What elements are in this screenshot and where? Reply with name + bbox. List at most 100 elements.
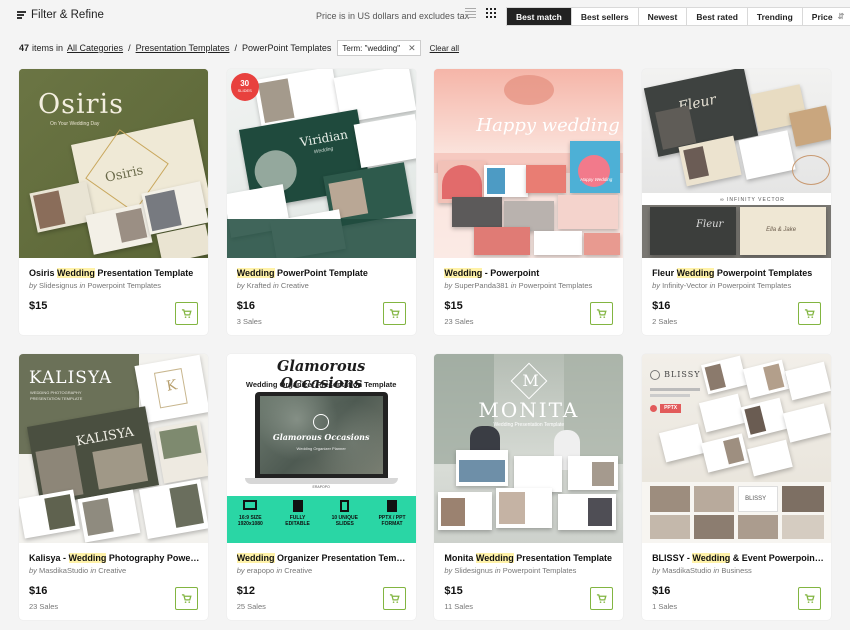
results-count: 47 bbox=[19, 43, 30, 53]
breadcrumb-separator: / bbox=[234, 43, 237, 53]
clear-all-link[interactable]: Clear all bbox=[430, 44, 459, 53]
product-thumbnail[interactable]: Fleur ∞ INFINITY VECTOR Fleur Ella & Jak… bbox=[642, 69, 832, 258]
product-thumbnail[interactable]: Happy wedding Happy Wedding bbox=[434, 69, 624, 258]
cart-icon bbox=[597, 594, 608, 603]
product-author: by Slidesignus in Powerpoint Templates bbox=[444, 566, 577, 575]
infinity-icon: ∞ bbox=[720, 197, 728, 203]
add-to-cart-button[interactable] bbox=[175, 302, 198, 325]
filter-refine-button[interactable]: Filter & Refine bbox=[17, 9, 104, 21]
fleur-brand: ∞ INFINITY VECTOR bbox=[720, 197, 785, 203]
product-title[interactable]: Kalisya - Wedding Photography Powerp… bbox=[29, 553, 201, 563]
document-icon bbox=[340, 500, 350, 512]
edit-icon bbox=[292, 500, 303, 512]
add-to-cart-button[interactable] bbox=[590, 587, 614, 610]
product-sales: 2 Sales bbox=[652, 317, 678, 326]
sort-best-sellers[interactable]: Best sellers bbox=[570, 8, 638, 25]
thumb-subtitle: Wedding Presentation Template bbox=[493, 422, 565, 428]
filter-icon bbox=[17, 11, 26, 19]
slide-count-badge: 30 SLIDES bbox=[230, 73, 259, 101]
product-thumbnail[interactable]: Osiris On Your Wedding Day Osiris bbox=[19, 69, 208, 258]
product-price: $16 bbox=[29, 585, 48, 597]
pptx-badge: PPTX bbox=[660, 404, 682, 413]
product-price: $16 bbox=[652, 300, 671, 312]
thumb-card-text: Happy Wedding bbox=[580, 177, 613, 182]
product-title[interactable]: BLISSY - Wedding & Event Powerpoint T… bbox=[652, 553, 824, 563]
breadcrumb-separator: / bbox=[128, 43, 131, 53]
product-author: by MasdikaStudio in Creative bbox=[29, 566, 127, 575]
product-sales: 25 Sales bbox=[236, 602, 266, 611]
product-author: by Krafted in Creative bbox=[236, 281, 309, 290]
cart-icon bbox=[181, 309, 192, 318]
sort-price[interactable]: Price ⇵ bbox=[801, 8, 850, 25]
file-icon bbox=[387, 500, 398, 512]
cart-icon bbox=[389, 594, 400, 603]
list-view-icon[interactable] bbox=[465, 8, 476, 19]
breadcrumb-presentation-templates[interactable]: Presentation Templates bbox=[136, 43, 230, 53]
product-title[interactable]: Wedding PowerPoint Template bbox=[236, 268, 409, 278]
product-thumbnail[interactable]: KALISYA WEDDING PHOTOGRAPHY PRESENTATION… bbox=[19, 354, 208, 543]
thumb-screen-sub: Wedding Organizer Planner bbox=[296, 446, 346, 451]
thumb-subtitle: WEDDING PHOTOGRAPHY PRESENTATION TEMPLAT… bbox=[30, 390, 83, 401]
add-to-cart-button[interactable] bbox=[382, 587, 406, 610]
close-icon[interactable]: ✕ bbox=[408, 43, 416, 54]
thumb-title: MONITA bbox=[478, 398, 580, 422]
thumb-title: BLISSY bbox=[664, 370, 701, 379]
toolbar: Filter & Refine Price is in US dollars a… bbox=[0, 0, 850, 34]
product-sales: 1 Sales bbox=[652, 602, 678, 611]
product-title[interactable]: Wedding Organizer Presentation Templ… bbox=[236, 553, 409, 563]
product-card: BLISSY PPTX BLISSY BLISSY - Wedding & Ev… bbox=[642, 354, 832, 620]
add-to-cart-button[interactable] bbox=[382, 302, 406, 325]
feature-item: 10 UNIQUE SLIDES bbox=[321, 496, 368, 543]
thumb-title: KALISYA bbox=[29, 368, 113, 388]
cart-icon bbox=[389, 309, 400, 318]
product-thumbnail[interactable]: BLISSY PPTX BLISSY bbox=[642, 354, 832, 543]
thumb-bottom-title: Fleur bbox=[696, 219, 724, 230]
product-card: Fleur ∞ INFINITY VECTOR Fleur Ella & Jak… bbox=[642, 69, 832, 335]
breadcrumb-powerpoint-templates: PowerPoint Templates bbox=[241, 43, 332, 53]
thumb-subtitle: Wedding Organizer Presentation Template bbox=[245, 380, 397, 389]
product-thumbnail[interactable]: M MONITA Wedding Presentation Template bbox=[434, 354, 624, 543]
search-term-chip: Term: "wedding" ✕ bbox=[337, 40, 421, 56]
thumb-title: Osiris bbox=[38, 89, 125, 120]
results-bar: 47 items in All Categories / Presentatio… bbox=[19, 40, 459, 56]
search-term-label: Term: "wedding" bbox=[342, 43, 401, 53]
cart-icon bbox=[181, 594, 192, 603]
product-title[interactable]: Monita Wedding Presentation Template bbox=[444, 553, 616, 563]
product-author: by erapopo in Creative bbox=[236, 566, 313, 575]
product-card: M MONITA Wedding Presentation Template M… bbox=[434, 354, 624, 620]
product-author: by Slidesignus in Powerpoint Templates bbox=[29, 281, 162, 290]
add-to-cart-button[interactable] bbox=[590, 302, 614, 325]
sort-newest[interactable]: Newest bbox=[637, 8, 687, 25]
price-note: Price is in US dollars and excludes tax bbox=[316, 11, 470, 21]
thumb-subtitle: Wedding bbox=[313, 145, 334, 156]
monitor-icon bbox=[243, 500, 258, 510]
product-author: by SuperPanda381 in Powerpoint Templates bbox=[444, 281, 593, 290]
add-to-cart-button[interactable] bbox=[175, 587, 198, 610]
add-to-cart-button[interactable] bbox=[798, 587, 822, 610]
product-sales: 11 Sales bbox=[444, 602, 474, 611]
product-title[interactable]: Fleur Wedding Powerpoint Templates bbox=[652, 268, 824, 278]
product-title[interactable]: Osiris Wedding Presentation Template bbox=[29, 268, 201, 278]
grid-view-icon[interactable] bbox=[486, 8, 496, 18]
breadcrumb-all-categories[interactable]: All Categories bbox=[67, 43, 123, 53]
sort-best-match[interactable]: Best match bbox=[507, 8, 571, 25]
thumb-screen-title: Glamorous Occasions bbox=[272, 432, 370, 442]
thumb-subtitle: On Your Wedding Day bbox=[50, 121, 100, 127]
sort-trending[interactable]: Trending bbox=[746, 8, 802, 25]
product-grid: Osiris On Your Wedding Day Osiris Osiris… bbox=[19, 69, 832, 620]
sort-best-rated[interactable]: Best rated bbox=[686, 8, 747, 25]
cart-icon bbox=[804, 309, 815, 318]
sort-icon: ⇵ bbox=[837, 12, 845, 21]
items-in-label: items in bbox=[32, 43, 64, 53]
product-price: $15 bbox=[444, 300, 463, 312]
product-price: $12 bbox=[236, 585, 256, 597]
cart-icon bbox=[597, 309, 608, 318]
product-sales: 23 Sales bbox=[29, 602, 59, 611]
feature-item: PPTX / PPT FORMAT bbox=[368, 496, 415, 543]
product-thumbnail[interactable]: Viridian Wedding 30 SLIDES bbox=[226, 69, 416, 258]
product-thumbnail[interactable]: Glamorous Occasions Wedding Organizer Pr… bbox=[226, 354, 416, 543]
product-title[interactable]: Wedding - Powerpoint bbox=[444, 268, 616, 278]
thumb-title: Happy wedding bbox=[476, 115, 620, 136]
feature-item: 16:9 SIZE 1920x1080 bbox=[227, 496, 274, 543]
add-to-cart-button[interactable] bbox=[798, 302, 822, 325]
